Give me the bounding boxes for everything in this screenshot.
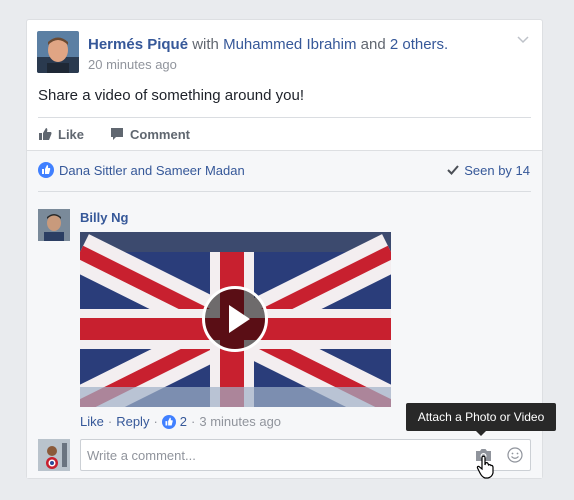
post-header-text: Hermés Piqué with Muhammed Ibrahim and 2… — [88, 35, 448, 73]
chevron-down-icon[interactable] — [516, 32, 530, 46]
reactions-bar: Dana Sittler and Sameer Madan Seen by 14 — [38, 162, 530, 178]
comment-video[interactable] — [80, 232, 391, 407]
separator: · — [153, 414, 158, 429]
comment-reply-link[interactable]: Reply — [116, 414, 149, 429]
comment-like-link[interactable]: Like — [80, 414, 104, 429]
divider — [38, 117, 531, 118]
likers[interactable]: Dana Sittler and Sameer Madan — [38, 162, 245, 178]
like-count-icon[interactable] — [161, 414, 176, 429]
post-header-line: Hermés Piqué with Muhammed Ibrahim and 2… — [88, 35, 448, 54]
like-reaction-icon — [38, 162, 54, 178]
divider — [38, 191, 531, 192]
seen-by[interactable]: Seen by 14 — [447, 162, 530, 178]
others-link[interactable]: 2 others. — [390, 36, 448, 53]
current-user-avatar[interactable] — [38, 439, 70, 471]
tagged-user[interactable]: Muhammed Ibrahim — [223, 36, 356, 53]
author-avatar[interactable] — [37, 31, 79, 73]
comment-like-count[interactable]: 2 — [180, 414, 187, 429]
separator: · — [191, 414, 196, 429]
attach-tooltip: Attach a Photo or Video — [406, 403, 556, 436]
seen-by-label: Seen by 14 — [464, 162, 530, 178]
separator: · — [107, 414, 113, 429]
comment-icon — [111, 128, 124, 140]
commenter-name[interactable]: Billy Ng — [80, 210, 128, 225]
like-button[interactable]: Like — [38, 124, 84, 144]
author-name[interactable]: Hermés Piqué — [88, 36, 188, 53]
hand-cursor-icon — [476, 455, 494, 479]
emoji-icon[interactable] — [507, 447, 523, 463]
post-actions: Like Comment — [38, 124, 190, 144]
commenter-avatar[interactable] — [38, 209, 70, 241]
post-timestamp[interactable]: 20 minutes ago — [88, 57, 448, 72]
play-button[interactable] — [202, 286, 268, 352]
comment-button[interactable]: Comment — [110, 124, 190, 144]
comment-placeholder: Write a comment... — [87, 448, 196, 463]
checkmark-icon — [447, 165, 459, 175]
comment-label: Comment — [130, 126, 190, 142]
comment-time[interactable]: 3 minutes ago — [199, 414, 281, 429]
with-word: with — [192, 36, 219, 53]
and-word: and — [360, 36, 386, 53]
post-header: Hermés Piqué with Muhammed Ibrahim and 2… — [37, 31, 448, 73]
post-text: Share a video of something around you! — [38, 87, 305, 104]
comment-input[interactable]: Write a comment... — [80, 439, 531, 471]
thumbs-up-icon — [39, 128, 52, 140]
comment-meta: Like · Reply · 2 · 3 minutes ago — [80, 414, 281, 429]
like-label: Like — [58, 126, 85, 142]
likers-names: Dana Sittler and Sameer Madan — [59, 162, 245, 178]
